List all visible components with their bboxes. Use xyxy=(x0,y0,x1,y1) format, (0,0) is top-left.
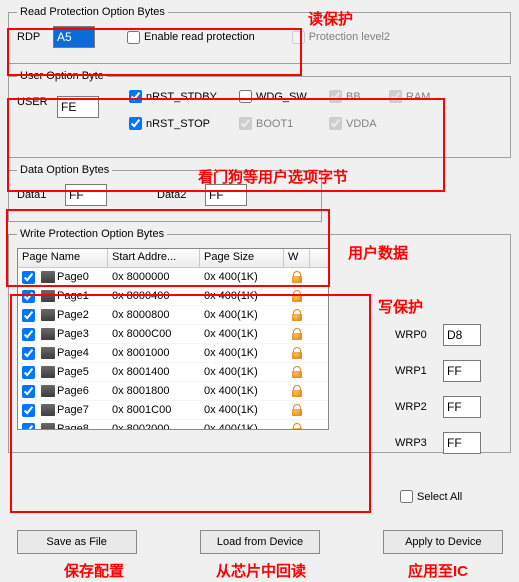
wrp-label: WRP3 xyxy=(395,437,435,449)
lock-icon xyxy=(292,290,302,302)
apply-to-device-button[interactable]: Apply to Device xyxy=(383,530,503,554)
annot-load: 从芯片中回读 xyxy=(216,560,306,581)
row-checkbox[interactable] xyxy=(22,271,35,284)
wrp-value-WRP3[interactable] xyxy=(443,432,481,454)
annot-apply: 应用至IC xyxy=(408,560,468,581)
read-protection-group: Read Protection Option Bytes RDP Enable … xyxy=(8,6,511,64)
row-checkbox[interactable] xyxy=(22,347,35,360)
row-checkbox[interactable] xyxy=(22,366,35,379)
table-row[interactable]: Page50x 80014000x 400(1K) xyxy=(18,363,328,382)
row-checkbox[interactable] xyxy=(22,404,35,417)
table-row[interactable]: Page80x 80020000x 400(1K) xyxy=(18,420,328,429)
lock-icon xyxy=(292,309,302,321)
page-icon xyxy=(41,271,55,283)
load-from-device-button[interactable]: Load from Device xyxy=(200,530,320,554)
user-opt-RAM: RAM xyxy=(389,90,449,103)
table-row[interactable]: Page70x 8001C000x 400(1K) xyxy=(18,401,328,420)
page-icon xyxy=(41,290,55,302)
lock-icon xyxy=(292,366,302,378)
page-icon xyxy=(41,347,55,359)
user-option-group: User Option Byte USER nRST_STDBYWDG_SWBB… xyxy=(8,70,511,158)
page-table: Page Name Start Addre... Page Size W Pag… xyxy=(17,248,329,430)
table-row[interactable]: Page20x 80008000x 400(1K) xyxy=(18,306,328,325)
row-checkbox[interactable] xyxy=(22,423,35,430)
page-icon xyxy=(41,423,55,429)
data-legend: Data Option Bytes xyxy=(17,164,112,176)
user-legend: User Option Byte xyxy=(17,70,107,82)
table-row[interactable]: Page30x 8000C000x 400(1K) xyxy=(18,325,328,344)
table-header: Page Name Start Addre... Page Size W xyxy=(18,249,328,268)
row-checkbox[interactable] xyxy=(22,309,35,322)
data-option-group: Data Option Bytes Data1 Data2 xyxy=(8,164,322,222)
user-label: USER xyxy=(17,96,51,108)
page-icon xyxy=(41,309,55,321)
row-checkbox[interactable] xyxy=(22,385,35,398)
table-row[interactable]: Page40x 80010000x 400(1K) xyxy=(18,344,328,363)
row-checkbox[interactable] xyxy=(22,328,35,341)
lock-icon xyxy=(292,404,302,416)
page-icon xyxy=(41,366,55,378)
table-row[interactable]: Page00x 80000000x 400(1K) xyxy=(18,268,328,287)
user-opt-BOOT1: BOOT1 xyxy=(239,117,329,130)
page-icon xyxy=(41,328,55,340)
page-icon xyxy=(41,404,55,416)
lock-icon xyxy=(292,271,302,283)
wrp-label: WRP2 xyxy=(395,401,435,413)
table-row[interactable]: Page60x 80018000x 400(1K) xyxy=(18,382,328,401)
table-row[interactable]: Page10x 80004000x 400(1K) xyxy=(18,287,328,306)
lock-icon xyxy=(292,328,302,340)
rdp-legend: Read Protection Option Bytes xyxy=(17,6,168,18)
user-value[interactable] xyxy=(57,96,99,118)
user-opt-VDDA: VDDA xyxy=(329,117,389,130)
row-checkbox[interactable] xyxy=(22,290,35,303)
rdp-label: RDP xyxy=(17,31,47,43)
data1-value[interactable] xyxy=(65,184,107,206)
wrp-label: WRP1 xyxy=(395,365,435,377)
wrp-value-WRP2[interactable] xyxy=(443,396,481,418)
wrp-label: WRP0 xyxy=(395,329,435,341)
wp-legend: Write Protection Option Bytes xyxy=(17,228,167,240)
data2-value[interactable] xyxy=(205,184,247,206)
user-opt-nRST_STDBY[interactable]: nRST_STDBY xyxy=(129,90,239,103)
lock-icon xyxy=(292,347,302,359)
select-all-checkbox[interactable]: Select All xyxy=(400,490,462,503)
lock-icon xyxy=(292,385,302,397)
protection-level2-checkbox: Protection level2 xyxy=(292,31,390,44)
user-opt-WDG_SW[interactable]: WDG_SW xyxy=(239,90,329,103)
user-opt-BB: BB xyxy=(329,90,389,103)
data2-label: Data2 xyxy=(157,189,195,201)
wrp-value-WRP0[interactable] xyxy=(443,324,481,346)
wrp-value-WRP1[interactable] xyxy=(443,360,481,382)
user-opt-nRST_STOP[interactable]: nRST_STOP xyxy=(129,117,239,130)
page-icon xyxy=(41,385,55,397)
data1-label: Data1 xyxy=(17,189,55,201)
enable-read-protection-checkbox[interactable]: Enable read protection xyxy=(127,31,255,44)
save-as-file-button[interactable]: Save as File xyxy=(17,530,137,554)
rdp-value[interactable] xyxy=(53,26,95,48)
annot-save: 保存配置 xyxy=(64,560,124,581)
lock-icon xyxy=(292,423,302,429)
